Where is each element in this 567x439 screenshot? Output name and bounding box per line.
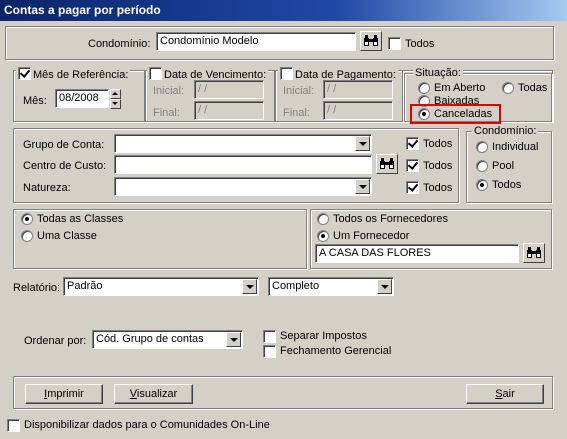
chevron-down-icon[interactable] (355, 179, 370, 194)
natureza-todos-label: Todos (423, 182, 453, 194)
imprimir-label: mprimir (47, 388, 84, 400)
visualizar-button[interactable]: Visualizar (114, 384, 193, 404)
pagamento-checkbox[interactable] (280, 67, 293, 80)
centro-input[interactable] (114, 155, 372, 174)
sair-label: air (502, 388, 515, 400)
vencimento-inicial-label: Inicial: (153, 85, 185, 97)
natureza-todos-checkbox[interactable] (406, 181, 419, 194)
tipo-pool-label: Pool (492, 160, 515, 172)
pagamento-final-label: Final: (283, 107, 310, 119)
chevron-down-icon[interactable] (355, 136, 370, 151)
chevron-down-icon[interactable] (377, 279, 392, 294)
centro-search-button[interactable] (376, 154, 398, 174)
relatorio-tipo-select[interactable]: Padrão (63, 277, 259, 296)
sair-button[interactable]: Sair (466, 384, 544, 404)
grupo-select[interactable] (114, 134, 372, 153)
ordenar-select[interactable]: Cód. Grupo de contas (92, 330, 243, 349)
fornecedor-input[interactable]: A CASA DAS FLORES (315, 244, 519, 263)
tipo-todos-label: Todos (492, 179, 522, 191)
grupo-todos-label: Todos (423, 138, 453, 150)
chevron-down-icon[interactable] (226, 332, 241, 347)
spin-up-icon[interactable] (110, 89, 121, 99)
relatorio-modo-value: Completo (272, 280, 320, 292)
mes-referencia-checkbox[interactable] (18, 67, 31, 80)
pagamento-inicial-label: Inicial: (283, 85, 315, 97)
condominio-search-button[interactable] (360, 31, 382, 51)
chevron-down-icon[interactable] (242, 279, 257, 294)
spin-down-icon[interactable] (110, 99, 121, 109)
natureza-select[interactable] (114, 177, 372, 196)
mes-spinner[interactable] (110, 89, 121, 109)
um-fornecedor-label: Um Fornecedor (333, 230, 410, 242)
window-title: Contas a pagar por período (0, 0, 567, 21)
online-label: Disponibilizar dados para o Comunidades … (24, 419, 270, 431)
relatorio-tipo-value: Padrão (67, 280, 103, 292)
uma-classe-label: Uma Classe (37, 230, 97, 242)
vencimento-inicial-input[interactable]: / / (194, 80, 264, 99)
centro-todos-checkbox[interactable] (406, 159, 419, 172)
imprimir-button[interactable]: Imprimir (25, 384, 103, 404)
natureza-label: Natureza: (23, 182, 71, 194)
relatorio-modo-select[interactable]: Completo (268, 277, 394, 296)
situacao-legend: Situação: (413, 67, 463, 80)
um-fornecedor-radio[interactable] (317, 230, 329, 242)
uma-classe-radio[interactable] (21, 230, 33, 242)
todas-classes-label: Todas as Classes (37, 213, 124, 225)
condominio-tipo-legend: Condomínio: (472, 125, 539, 138)
fornecedor-search-button[interactable] (523, 243, 545, 263)
condominio-todos-label: Todos (405, 38, 435, 50)
grupo-todos-checkbox[interactable] (406, 137, 419, 150)
mes-referencia-legend: Mês de Referência: (16, 67, 131, 82)
vencimento-final-input[interactable]: / / (194, 101, 264, 120)
tipo-individual-radio[interactable] (476, 141, 488, 153)
visualizar-mnemonic: V (129, 388, 137, 400)
centro-todos-label: Todos (423, 160, 453, 172)
binoculars-icon (364, 35, 378, 46)
pagamento-inicial-input[interactable]: / / (323, 80, 393, 99)
centro-label: Centro de Custo: (23, 160, 107, 172)
todos-fornecedores-radio[interactable] (317, 213, 329, 225)
fechamento-gerencial-label: Fechamento Gerencial (280, 345, 392, 357)
situacao-em-aberto-label: Em Aberto (434, 82, 486, 94)
tipo-todos-radio[interactable] (476, 179, 488, 191)
binoculars-icon (527, 247, 541, 258)
tipo-individual-label: Individual (492, 141, 539, 153)
separar-impostos-checkbox[interactable] (263, 330, 276, 343)
grupo-label: Grupo de Conta: (23, 139, 105, 151)
fechamento-gerencial-checkbox[interactable] (263, 345, 276, 358)
condominio-label: Condomínio: (88, 38, 151, 50)
mes-input[interactable]: 08/2008 (55, 89, 109, 108)
ordenar-label: Ordenar por: (24, 335, 87, 347)
vencimento-final-label: Final: (153, 107, 180, 119)
tipo-pool-radio[interactable] (476, 160, 488, 172)
mes-referencia-label: Mês de Referência: (33, 69, 129, 81)
binoculars-icon (380, 158, 394, 169)
todas-classes-radio[interactable] (21, 213, 33, 225)
separar-impostos-label: Separar Impostos (280, 330, 367, 342)
situacao-todas-label: Todas (518, 82, 548, 94)
highlight-annotation (410, 104, 501, 124)
situacao-todas-radio[interactable] (502, 82, 514, 94)
vencimento-checkbox[interactable] (149, 67, 162, 80)
ordenar-value: Cód. Grupo de contas (96, 333, 204, 345)
condominio-todos-checkbox[interactable] (388, 37, 401, 50)
situacao-em-aberto-radio[interactable] (418, 82, 430, 94)
mes-label: Mês: (23, 95, 47, 107)
condominio-input[interactable]: Condomínio Modelo (156, 32, 356, 51)
pagamento-final-input[interactable]: / / (323, 101, 393, 120)
relatorio-label: Relatório: (13, 282, 61, 294)
visualizar-label: isualizar (136, 388, 178, 400)
sair-mnemonic: S (495, 388, 503, 400)
todos-fornecedores-label: Todos os Fornecedores (333, 213, 448, 225)
online-checkbox[interactable] (7, 419, 20, 432)
